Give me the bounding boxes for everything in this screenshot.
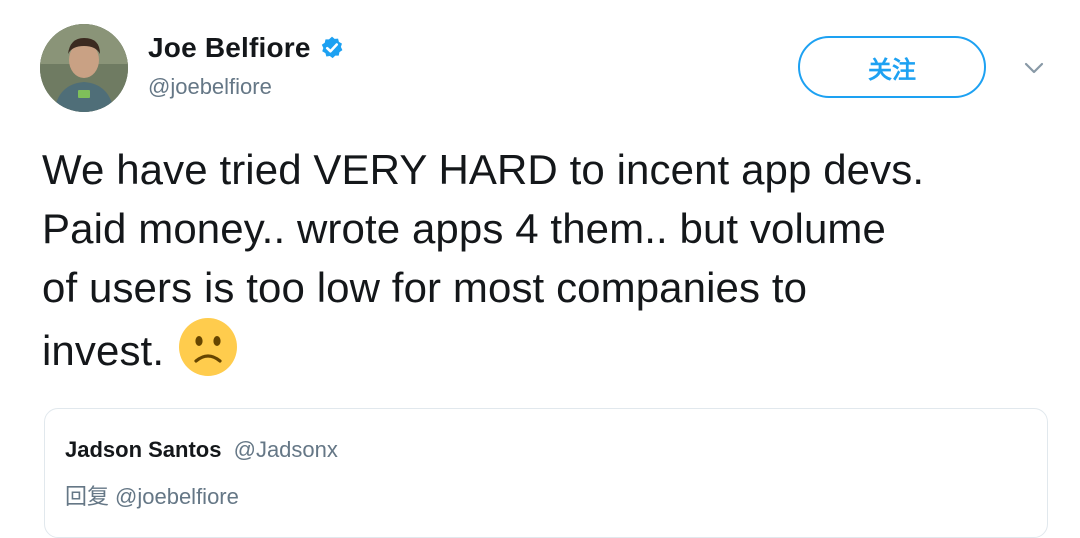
tweet-text-line: invest. — [42, 327, 165, 374]
verified-badge-icon — [321, 36, 343, 59]
quoted-reply-line: 回复 @joebelfiore — [65, 479, 239, 511]
avatar-image — [40, 24, 128, 112]
quoted-author-name[interactable]: Jadson Santos — [65, 437, 221, 462]
chevron-down-icon[interactable] — [1022, 60, 1046, 76]
tweet-text: We have tried VERY HARD to incent app de… — [42, 140, 1052, 380]
author-handle[interactable]: @joebelfiore — [148, 74, 272, 100]
author-name-row: Joe Belfiore — [148, 30, 345, 66]
author-avatar[interactable] — [40, 24, 128, 112]
quoted-tweet-card[interactable]: Jadson Santos @Jadsonx 回复 @joebelfiore — [44, 408, 1048, 538]
reply-prefix: 回复 — [65, 485, 110, 510]
tweet-text-line: We have tried VERY HARD to incent app de… — [42, 146, 925, 193]
tweet-text-line: of users is too low for most companies t… — [42, 264, 808, 311]
author-display-name[interactable]: Joe Belfiore — [148, 32, 311, 64]
tweet: Joe Belfiore @joebelfiore 关注 We have tri… — [0, 0, 1080, 538]
reply-to-handle[interactable]: @joebelfiore — [115, 484, 239, 509]
quoted-author-handle[interactable]: @Jadsonx — [234, 437, 338, 462]
tweet-text-line: Paid money.. wrote apps 4 them.. but vol… — [42, 205, 886, 252]
frowning-face-icon — [179, 318, 238, 376]
tweet-text-last-line: invest. — [42, 317, 1052, 380]
quoted-tweet-header: Jadson Santos @Jadsonx — [65, 437, 338, 463]
follow-button[interactable]: 关注 — [798, 36, 986, 98]
